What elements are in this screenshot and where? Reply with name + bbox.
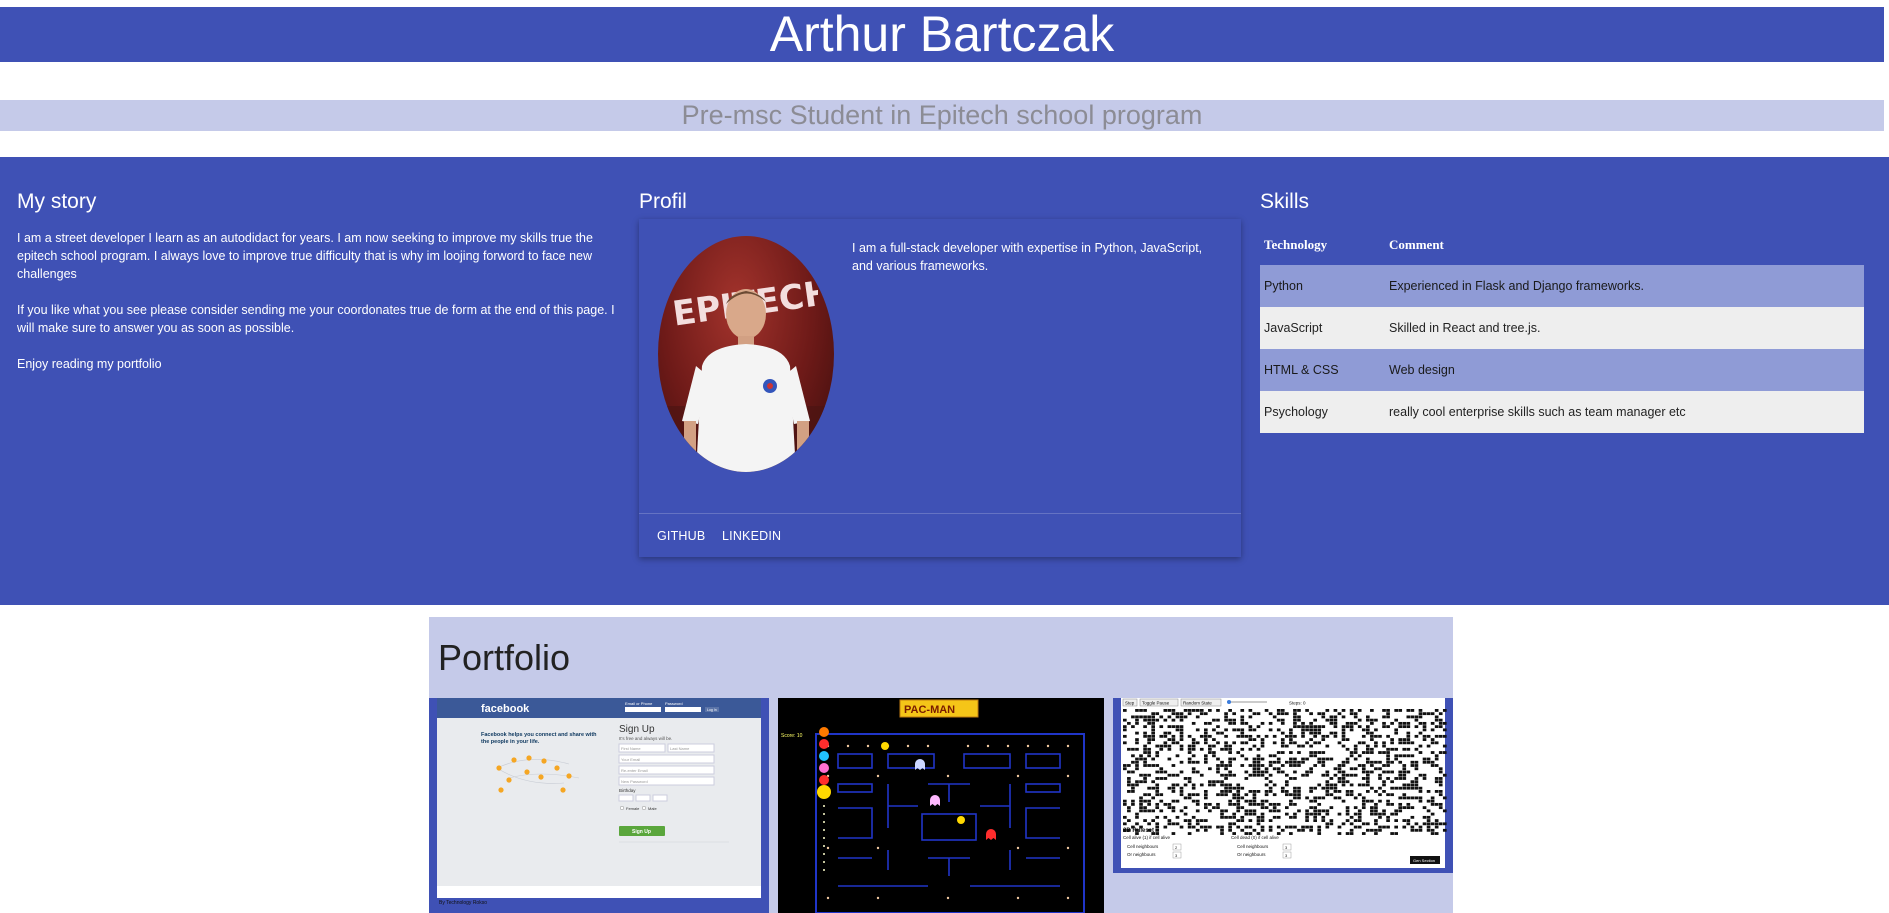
skill-comment: Skilled in React and tree.js. bbox=[1385, 307, 1864, 349]
tagline: Pre-msc Student in Epitech school progra… bbox=[681, 100, 1203, 130]
svg-text:Steps: 0: Steps: 0 bbox=[1289, 701, 1306, 706]
skill-technology: Psychology bbox=[1260, 391, 1385, 433]
story-paragraph-2: If you like what you see please consider… bbox=[17, 303, 615, 335]
svg-text:Sign Up: Sign Up bbox=[632, 829, 651, 835]
svg-text:Sign Up: Sign Up bbox=[619, 724, 655, 735]
svg-text:Cell neighbours: Cell neighbours bbox=[1237, 844, 1269, 849]
story-title: My story bbox=[17, 190, 97, 213]
svg-text:New Password: New Password bbox=[621, 779, 648, 784]
skills-table: Technology Comment Python Experienced in… bbox=[1260, 225, 1864, 433]
header-comment: Comment bbox=[1389, 237, 1444, 252]
linkedin-link[interactable]: LINKEDIN bbox=[722, 529, 781, 543]
skill-comment: Web design bbox=[1385, 349, 1864, 391]
svg-text:Cell alive (1) if cell alive: Cell alive (1) if cell alive bbox=[1123, 835, 1171, 840]
portfolio-section: Portfolio facebook Email or Phone Passwo… bbox=[429, 617, 1453, 913]
table-row: Python Experienced in Flask and Django f… bbox=[1260, 265, 1864, 307]
table-row: Psychology really cool enterprise skills… bbox=[1260, 391, 1864, 433]
skills-title: Skills bbox=[1260, 190, 1310, 213]
svg-text:Male: Male bbox=[648, 806, 657, 811]
svg-text:It's free and always will be.: It's free and always will be. bbox=[619, 736, 672, 741]
svg-text:Your Email: Your Email bbox=[621, 757, 640, 762]
svg-text:Re-enter Email: Re-enter Email bbox=[621, 768, 648, 773]
svg-text:By Technology Rokso: By Technology Rokso bbox=[439, 900, 487, 906]
skill-comment: Experienced in Flask and Django framewor… bbox=[1385, 265, 1864, 307]
story-paragraph-1: I am a street developer I learn as an au… bbox=[17, 231, 593, 281]
svg-text:Password: Password bbox=[665, 701, 683, 706]
portfolio-title: Portfolio bbox=[438, 637, 571, 678]
skill-technology: Python bbox=[1260, 265, 1385, 307]
svg-text:Or neighbours: Or neighbours bbox=[1127, 852, 1156, 857]
svg-text:2D Ruleset: 2D Ruleset bbox=[1123, 828, 1154, 834]
svg-text:Random State: Random State bbox=[1183, 701, 1212, 706]
header-technology: Technology bbox=[1264, 237, 1328, 252]
svg-text:Cell dead (0) if cell alive: Cell dead (0) if cell alive bbox=[1231, 835, 1279, 840]
table-row: HTML & CSS Web design bbox=[1260, 349, 1864, 391]
svg-text:Toggle Pause: Toggle Pause bbox=[1142, 701, 1170, 706]
skills-header-row: Technology Comment bbox=[1260, 225, 1864, 265]
svg-text:the people in your life.: the people in your life. bbox=[481, 739, 540, 745]
svg-text:First Name: First Name bbox=[621, 746, 641, 751]
svg-text:Gen Section: Gen Section bbox=[1413, 858, 1435, 863]
skill-technology: HTML & CSS bbox=[1260, 349, 1385, 391]
svg-text:Email or Phone: Email or Phone bbox=[625, 701, 653, 706]
story-paragraph-3: Enjoy reading my portfolio bbox=[17, 357, 162, 371]
profile-description: I am a full-stack developer with experti… bbox=[852, 241, 1203, 273]
main-section: My story I am a street developer I learn… bbox=[0, 157, 1889, 605]
svg-text:PAC-MAN: PAC-MAN bbox=[904, 704, 955, 716]
profil-title: Profil bbox=[639, 190, 687, 213]
svg-text:Log In: Log In bbox=[707, 708, 717, 712]
svg-text:Cell neighbours: Cell neighbours bbox=[1127, 844, 1159, 849]
svg-text:Step: Step bbox=[1125, 701, 1135, 706]
svg-text:Score: 10: Score: 10 bbox=[781, 733, 803, 739]
svg-text:Or neighbours: Or neighbours bbox=[1237, 852, 1266, 857]
project-thumbnail-facebook[interactable]: facebook Email or Phone Password Log In … bbox=[429, 698, 769, 913]
skill-technology: JavaScript bbox=[1260, 307, 1385, 349]
skill-comment: really cool enterprise skills such as te… bbox=[1385, 391, 1864, 433]
svg-text:Female: Female bbox=[626, 806, 640, 811]
person-illustration bbox=[658, 289, 834, 472]
story-text: I am a street developer I learn as an au… bbox=[17, 229, 617, 391]
svg-text:Facebook helps you connect and: Facebook helps you connect and share wit… bbox=[481, 732, 597, 738]
page-title: Arthur Bartczak bbox=[769, 6, 1115, 62]
site-subheader: Pre-msc Student in Epitech school progra… bbox=[0, 100, 1884, 131]
svg-text:Birthday: Birthday bbox=[619, 788, 636, 793]
card-divider bbox=[639, 513, 1241, 514]
table-row: JavaScript Skilled in React and tree.js. bbox=[1260, 307, 1864, 349]
svg-text:facebook: facebook bbox=[481, 703, 530, 715]
site-header: Arthur Bartczak bbox=[0, 7, 1884, 62]
profile-photo: EPITECH. bbox=[658, 236, 834, 472]
project-thumbnail-game-of-life[interactable]: Step Toggle Pause Random State Steps: 0 … bbox=[1113, 698, 1453, 873]
project-thumbnail-pacman[interactable]: PAC-MAN Score: 10 bbox=[778, 698, 1104, 913]
profile-card: EPITECH. I am a full-stack developer wit… bbox=[639, 219, 1241, 557]
github-link[interactable]: GITHUB bbox=[657, 529, 705, 543]
svg-text:Last Name: Last Name bbox=[670, 746, 690, 751]
